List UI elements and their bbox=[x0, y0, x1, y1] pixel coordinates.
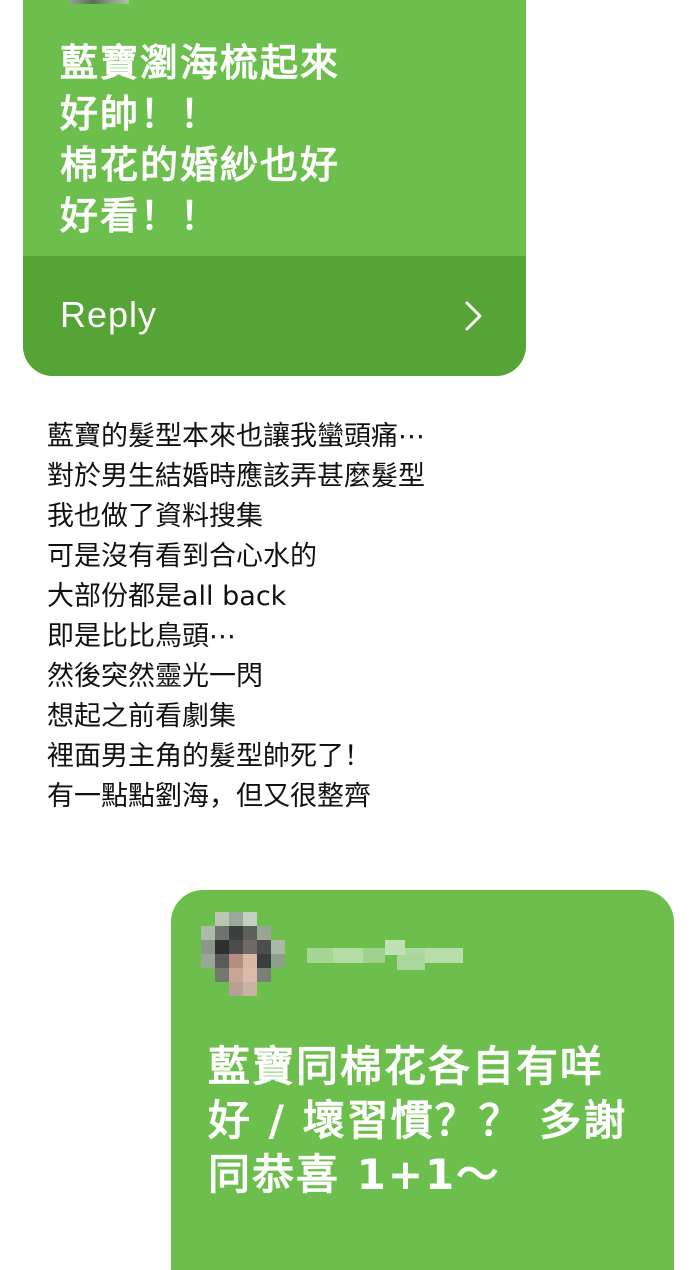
post-body-text: 藍寶的髮型本來也讓我蠻頭痛⋯ 對於男生結婚時應該弄甚麼髮型 我也做了資料搜集 可… bbox=[47, 421, 425, 812]
reply-button[interactable]: Reply bbox=[23, 256, 526, 376]
avatar-icon bbox=[69, 0, 129, 4]
question-card-bottom: 藍寶同棉花各自有咩 好 / 壞習慣？？ 多謝 同恭喜 1+1～ bbox=[171, 890, 674, 1270]
chevron-right-icon bbox=[465, 301, 482, 331]
avatar-icon bbox=[201, 912, 285, 996]
question-message: 藍寶同棉花各自有咩 好 / 壞習慣？？ 多謝 同恭喜 1+1～ bbox=[208, 1042, 628, 1199]
question-card-top: 藍寶瀏海梳起來 好帥！！ 棉花的婚紗也好 好看！！ Reply bbox=[23, 0, 526, 376]
question-message: 藍寶瀏海梳起來 好帥！！ 棉花的婚紗也好 好看！！ bbox=[60, 41, 341, 238]
username-blurred bbox=[307, 940, 463, 970]
reply-label: Reply bbox=[60, 294, 158, 335]
